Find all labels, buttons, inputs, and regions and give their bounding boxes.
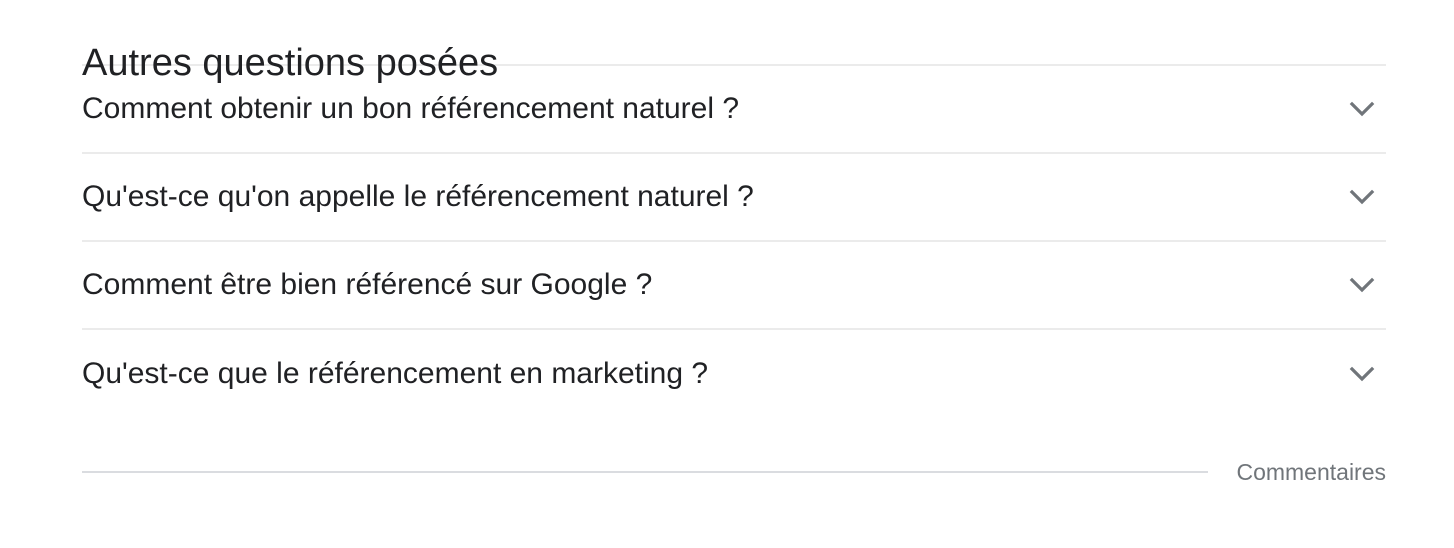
question-list: Comment obtenir un bon référencement nat… bbox=[82, 66, 1386, 418]
question-text: Comment obtenir un bon référencement nat… bbox=[82, 92, 740, 125]
question-item[interactable]: Qu'est-ce que le référencement en market… bbox=[82, 330, 1386, 418]
question-text: Qu'est-ce qu'on appelle le référencement… bbox=[82, 180, 754, 213]
question-item[interactable]: Qu'est-ce qu'on appelle le référencement… bbox=[82, 154, 1386, 242]
chevron-down-icon[interactable] bbox=[1338, 85, 1386, 133]
question-text: Comment être bien référencé sur Google ? bbox=[82, 268, 653, 301]
chevron-down-icon[interactable] bbox=[1338, 261, 1386, 309]
section-title: Autres questions posées bbox=[82, 0, 1386, 84]
chevron-down-icon[interactable] bbox=[1338, 173, 1386, 221]
people-also-ask-section: Autres questions posées Comment obtenir … bbox=[82, 0, 1386, 418]
question-item[interactable]: Comment être bien référencé sur Google ? bbox=[82, 242, 1386, 330]
question-text: Qu'est-ce que le référencement en market… bbox=[82, 357, 709, 390]
feedback-link[interactable]: Commentaires bbox=[1236, 456, 1386, 488]
feedback-footer: Commentaires bbox=[82, 456, 1386, 488]
chevron-down-icon[interactable] bbox=[1338, 350, 1386, 398]
divider bbox=[82, 471, 1209, 473]
